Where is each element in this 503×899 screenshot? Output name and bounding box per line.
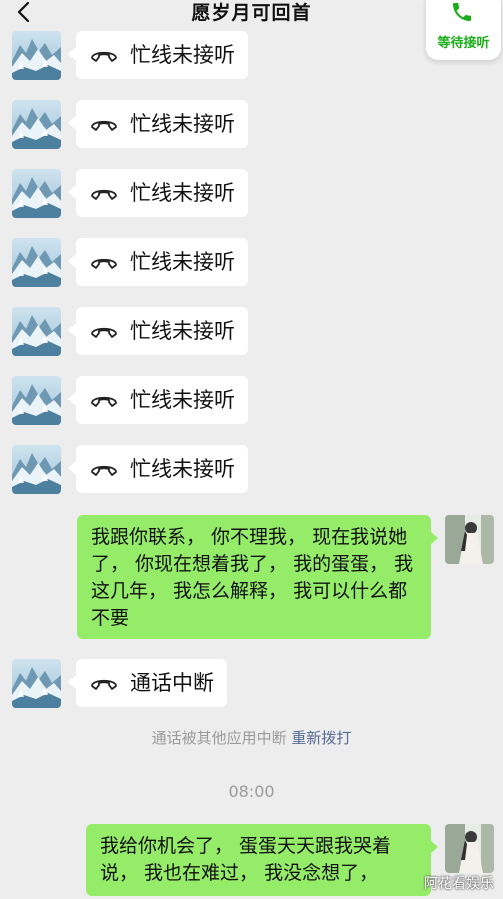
call-record-bubble[interactable]: 通话中断 [76,659,227,707]
waiting-call-card[interactable]: 等待接听 [426,0,501,60]
call-status-text: 忙线未接听 [130,43,235,67]
my-avatar[interactable] [445,515,494,564]
call-record-bubble[interactable]: 忙线未接听 [76,31,248,79]
contact-avatar[interactable] [12,100,61,149]
bubble-tail [430,840,438,854]
bubble-tail [68,675,76,689]
phone-hangup-icon [90,46,118,64]
phone-hangup-icon [90,184,118,202]
call-record-bubble[interactable]: 忙线未接听 [76,100,248,148]
contact-avatar[interactable] [12,659,61,708]
waiting-call-label: 等待接听 [437,36,490,51]
timestamp: 08:00 [228,782,275,801]
call-status-text: 忙线未接听 [130,181,235,205]
bubble-tail [68,185,76,199]
call-record-bubble[interactable]: 忙线未接听 [76,169,248,217]
redial-link[interactable]: 重新拨打 [291,729,351,747]
phone-hangup-icon [90,460,118,478]
call-status-text: 忙线未接听 [130,250,235,274]
bubble-tail [68,254,76,268]
contact-avatar[interactable] [12,169,61,218]
call-record-bubble[interactable]: 忙线未接听 [76,238,248,286]
call-record-bubble[interactable]: 忙线未接听 [76,376,248,424]
message-text: 我跟你联系， 你不理我， 现在我说她了， 你现在想着我了， 我的蛋蛋， 我这几年… [91,526,414,629]
sent-message-bubble[interactable]: 我跟你联系， 你不理我， 现在我说她了， 你现在想着我了， 我的蛋蛋， 我这几年… [77,515,431,639]
contact-avatar[interactable] [12,238,61,287]
call-record-bubble[interactable]: 忙线未接听 [76,445,248,493]
contact-avatar[interactable] [12,31,61,80]
bubble-tail [430,531,438,545]
call-record-bubble[interactable]: 忙线未接听 [76,307,248,355]
system-notice-text: 通话被其他应用中断 [151,729,287,747]
bubble-tail [68,116,76,130]
bubble-tail [68,392,76,406]
my-avatar[interactable] [445,824,494,873]
contact-avatar[interactable] [12,445,61,494]
call-status-text: 忙线未接听 [130,457,235,481]
system-notice: 通话被其他应用中断 重新拨打 [0,727,503,748]
contact-avatar[interactable] [12,307,61,356]
phone-hangup-icon [90,115,118,133]
contact-avatar[interactable] [12,376,61,425]
phone-hangup-icon [90,253,118,271]
watermark: 阿花看娱乐 [424,876,494,892]
message-text: 我给你机会了， 蛋蛋天天跟我哭着说， 我也在难过， 我没念想了， [100,835,392,884]
call-status-text: 忙线未接听 [130,388,235,412]
phone-hangup-icon [90,391,118,409]
call-status-text: 忙线未接听 [130,319,235,343]
bubble-tail [68,461,76,475]
bubble-tail [68,47,76,61]
phone-hangup-icon [90,674,118,692]
phone-hangup-icon [90,322,118,340]
bubble-tail [68,323,76,337]
sent-message-bubble[interactable]: 我给你机会了， 蛋蛋天天跟我哭着说， 我也在难过， 我没念想了， [86,824,431,896]
phone-icon [453,3,471,21]
call-status-text: 忙线未接听 [130,112,235,136]
call-status-text: 通话中断 [130,671,214,695]
